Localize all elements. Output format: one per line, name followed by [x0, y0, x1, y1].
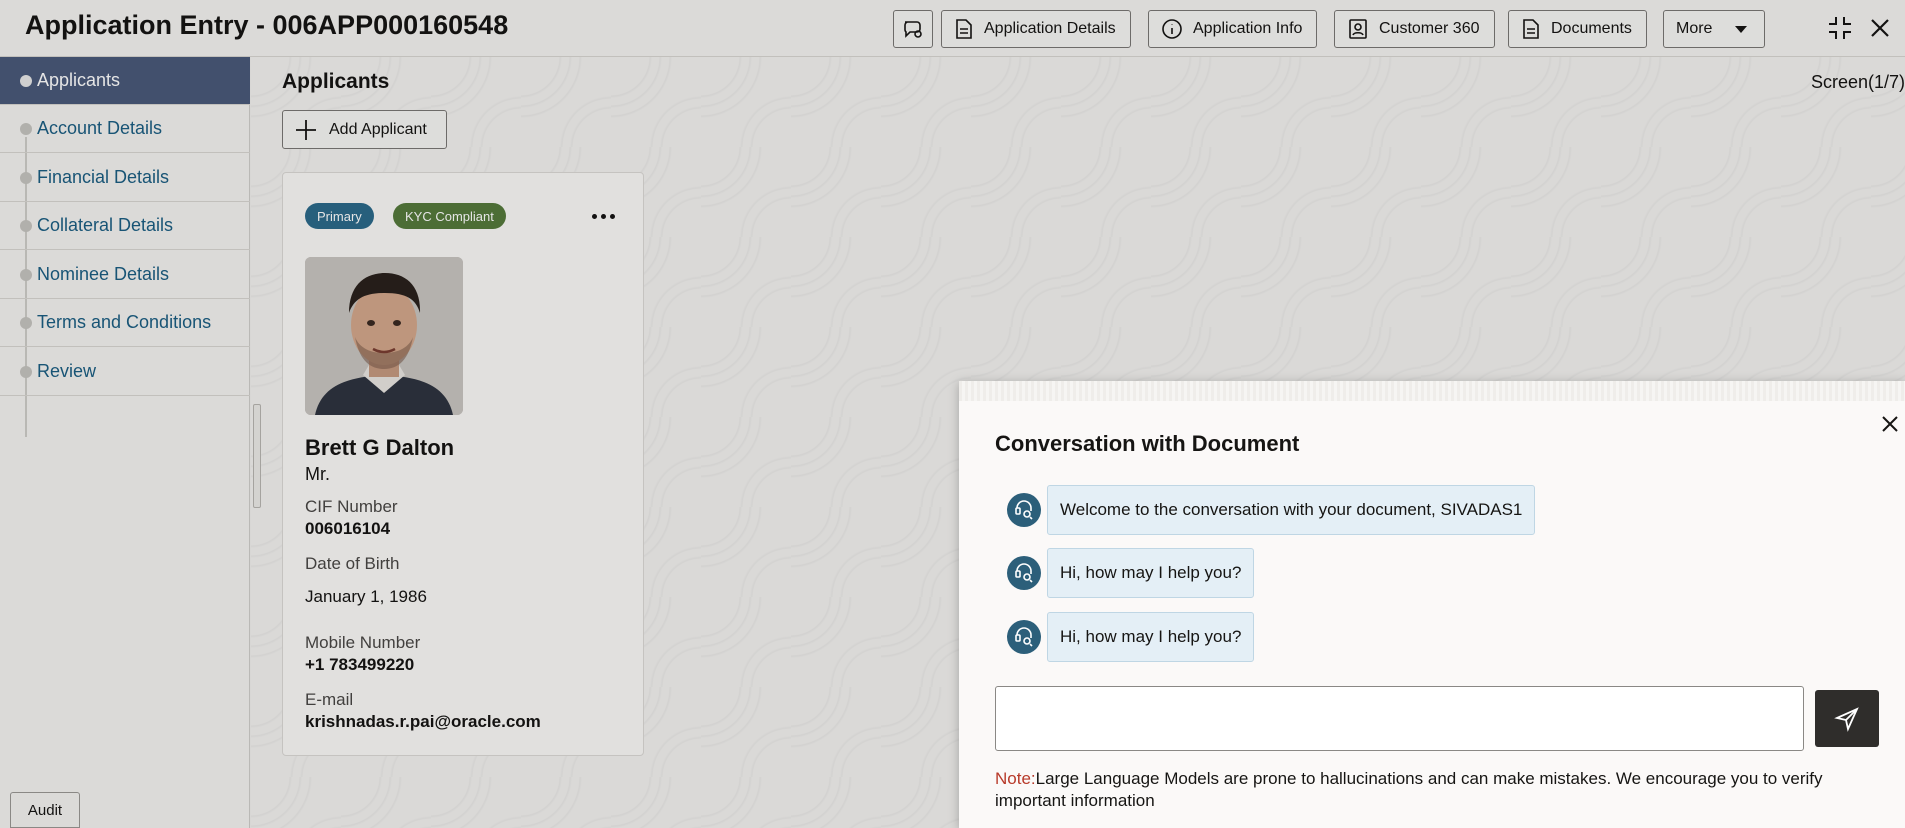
- sidebar-item-applicants[interactable]: Applicants: [0, 57, 250, 105]
- chat-icon: [904, 21, 922, 38]
- step-dot: [20, 317, 32, 329]
- collapse-button[interactable]: [1824, 12, 1856, 44]
- splitter-handle[interactable]: [253, 404, 261, 508]
- email-value: krishnadas.r.pai@oracle.com: [305, 712, 541, 731]
- sidebar-item-account-details[interactable]: Account Details: [0, 105, 250, 153]
- document-icon: [1523, 19, 1539, 39]
- dot: [600, 213, 606, 219]
- customer-icon: [1349, 19, 1367, 39]
- customer-360-button[interactable]: Customer 360: [1334, 10, 1495, 48]
- bot-avatar-icon: [1007, 556, 1041, 590]
- applicant-salutation: Mr.: [305, 464, 330, 484]
- step-dot: [20, 366, 32, 378]
- more-label: More: [1676, 20, 1713, 37]
- chat-input[interactable]: [995, 686, 1804, 751]
- chat-message: Hi, how may I help you?: [1007, 547, 1255, 599]
- step-dot: [20, 269, 32, 281]
- chat-button[interactable]: [893, 10, 933, 48]
- sidebar-item-terms-and-conditions[interactable]: Terms and Conditions: [0, 299, 250, 347]
- step-dot: [20, 75, 32, 87]
- send-button[interactable]: [1815, 690, 1879, 747]
- applicant-card: Primary KYC Compliant Brett G Dalton Mr.…: [282, 172, 644, 756]
- step-dot: [20, 220, 32, 232]
- plus-icon: [296, 119, 316, 140]
- note-text: Large Language Models are prone to hallu…: [995, 769, 1823, 810]
- step-dot: [20, 123, 32, 135]
- documents-button[interactable]: Documents: [1508, 10, 1647, 48]
- send-icon: [1834, 706, 1859, 732]
- note-label: Note:: [995, 769, 1036, 788]
- app-header: Application Entry - 006APP000160548 Appl…: [0, 0, 1905, 57]
- bot-avatar-icon: [1007, 493, 1041, 527]
- sidebar-item-review[interactable]: Review: [0, 348, 250, 396]
- mobile-label: Mobile Number: [305, 633, 421, 652]
- bot-avatar-icon: [1007, 620, 1041, 654]
- sidebar-item-label: Account Details: [37, 118, 163, 138]
- documents-label: Documents: [1551, 20, 1632, 37]
- section-title: Applicants: [282, 70, 390, 93]
- panel-drag-strip: [959, 381, 1905, 401]
- more-button[interactable]: More: [1663, 10, 1765, 48]
- primary-badge: Primary: [305, 203, 374, 229]
- info-icon: [1162, 19, 1182, 39]
- sidebar-item-label: Collateral Details: [37, 215, 174, 235]
- conversation-panel: Conversation with Document Welcome to th…: [959, 381, 1905, 828]
- add-applicant-button[interactable]: Add Applicant: [282, 110, 447, 149]
- chevron-down-icon: [1735, 26, 1748, 33]
- dot: [609, 213, 615, 219]
- sidebar-item-label: Nominee Details: [37, 264, 170, 284]
- message-bubble: Hi, how may I help you?: [1047, 612, 1255, 662]
- sidebar-item-label: Financial Details: [37, 167, 170, 187]
- collapse-icon: [1829, 17, 1851, 39]
- sidebar-item-financial-details[interactable]: Financial Details: [0, 154, 250, 202]
- application-details-label: Application Details: [984, 20, 1116, 37]
- page-title: Application Entry - 006APP000160548: [25, 10, 509, 40]
- dot: [591, 213, 597, 219]
- application-info-button[interactable]: Application Info: [1148, 10, 1318, 48]
- message-bubble: Welcome to the conversation with your do…: [1047, 485, 1536, 535]
- application-info-label: Application Info: [1193, 20, 1303, 37]
- disclaimer-note: Note:Large Language Models are prone to …: [995, 768, 1865, 812]
- sidebar-item-collateral-details[interactable]: Collateral Details: [0, 202, 250, 250]
- customer-360-label: Customer 360: [1379, 20, 1480, 37]
- sidebar-item-label: Review: [37, 361, 97, 381]
- sidebar: Applicants Account Details Financial Det…: [0, 57, 250, 828]
- conversation-title: Conversation with Document: [995, 431, 1300, 456]
- audit-button[interactable]: Audit: [10, 792, 80, 828]
- chat-message: Hi, how may I help you?: [1007, 611, 1255, 663]
- chat-message: Welcome to the conversation with your do…: [1007, 484, 1536, 536]
- application-details-button[interactable]: Application Details: [941, 10, 1131, 48]
- close-icon: [1871, 19, 1889, 37]
- cif-label: CIF Number: [305, 497, 398, 516]
- dob-value: January 1, 1986: [305, 587, 427, 606]
- dob-label: Date of Birth: [305, 554, 400, 573]
- email-label: E-mail: [305, 690, 354, 709]
- mobile-value: +1 783499220: [305, 655, 415, 674]
- sidebar-item-label: Applicants: [37, 70, 121, 90]
- screen-counter: Screen(1/7): [1810, 72, 1905, 92]
- applicant-name: Brett G Dalton: [305, 435, 455, 460]
- close-window-button[interactable]: [1864, 12, 1896, 44]
- sidebar-item-label: Terms and Conditions: [37, 312, 212, 332]
- close-icon: [1882, 416, 1898, 432]
- add-applicant-label: Add Applicant: [329, 120, 427, 138]
- applicant-photo: [305, 257, 463, 415]
- close-conversation-button[interactable]: [1877, 411, 1903, 437]
- cif-value: 006016104: [305, 519, 391, 538]
- card-actions-menu[interactable]: [588, 203, 618, 229]
- sidebar-item-nominee-details[interactable]: Nominee Details: [0, 251, 250, 299]
- kyc-badge: KYC Compliant: [393, 203, 506, 229]
- step-dot: [20, 172, 32, 184]
- document-icon: [956, 19, 972, 39]
- message-bubble: Hi, how may I help you?: [1047, 548, 1255, 598]
